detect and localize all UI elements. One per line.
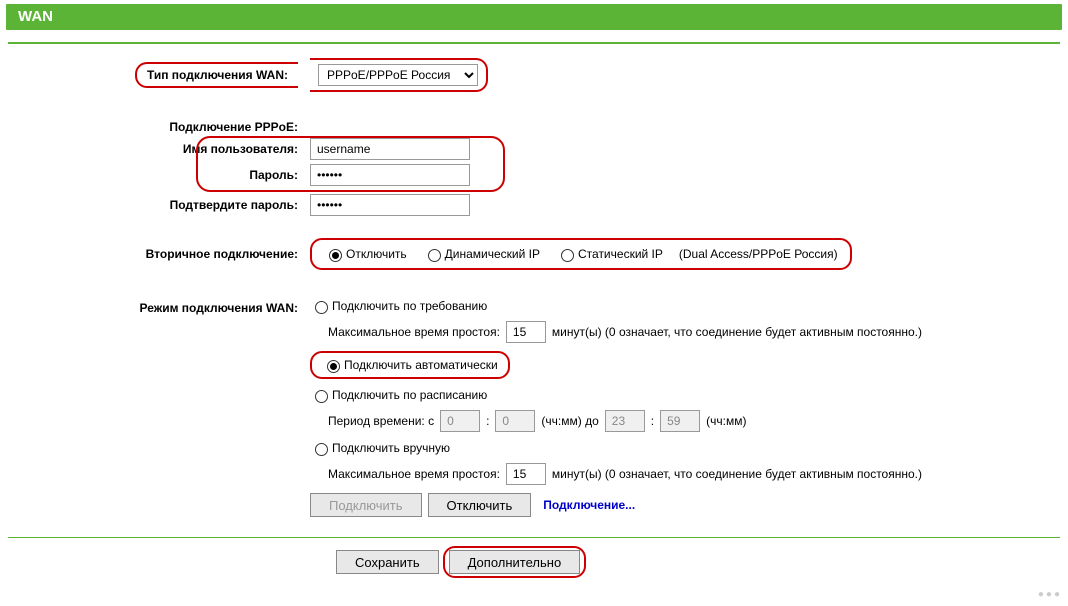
radio-on-demand[interactable]: Подключить по требованию (310, 298, 487, 314)
max-idle-label-2: Максимальное время простоя: (328, 467, 500, 481)
period-fmt2: (чч:мм) (706, 414, 746, 428)
confirm-password-input[interactable] (310, 194, 470, 216)
max-idle-suffix-1: минут(ы) (0 означает, что соединение буд… (552, 325, 922, 339)
confirm-password-label: Подтвердите пароль: (10, 198, 310, 212)
radio-manual-label: Подключить вручную (332, 441, 450, 455)
radio-secondary-disable-label: Отключить (346, 247, 407, 261)
wan-type-label: Тип подключения WAN: (147, 68, 288, 82)
radio-schedule-label: Подключить по расписанию (332, 388, 487, 402)
save-button[interactable]: Сохранить (336, 550, 439, 574)
password-input[interactable] (310, 164, 470, 186)
max-idle-input-2[interactable] (506, 463, 546, 485)
connect-button[interactable]: Подключить (310, 493, 422, 517)
radio-on-demand-label: Подключить по требованию (332, 299, 487, 313)
radio-manual[interactable]: Подключить вручную (310, 440, 450, 456)
radio-secondary-static[interactable]: Статический IP (556, 246, 663, 262)
conn-mode-label: Режим подключения WAN: (10, 298, 310, 315)
username-label: Имя пользователя: (10, 142, 310, 156)
period-h1 (440, 410, 480, 432)
radio-schedule[interactable]: Подключить по расписанию (310, 387, 487, 403)
radio-secondary-disable[interactable]: Отключить (324, 246, 407, 262)
page-title: WAN (6, 4, 1062, 30)
max-idle-suffix-2: минут(ы) (0 означает, что соединение буд… (552, 467, 922, 481)
password-label: Пароль: (10, 168, 310, 182)
radio-auto-label: Подключить автоматически (344, 358, 498, 372)
connection-status: Подключение... (543, 498, 635, 512)
max-idle-label-1: Максимальное время простоя: (328, 325, 500, 339)
colon: : (486, 414, 489, 428)
max-idle-input-1[interactable] (506, 321, 546, 343)
radio-secondary-dynamic[interactable]: Динамический IP (423, 246, 540, 262)
wan-type-select[interactable]: PPPoE/PPPoE Россия (318, 64, 478, 86)
colon-2: : (651, 414, 654, 428)
period-fmt1: (чч:мм) до (541, 414, 598, 428)
radio-secondary-static-label: Статический IP (578, 247, 663, 261)
pppoe-section-label: Подключение PPPoE: (10, 120, 310, 134)
period-h2 (605, 410, 645, 432)
radio-auto[interactable]: Подключить автоматически (322, 357, 498, 373)
disconnect-button[interactable]: Отключить (428, 493, 532, 517)
radio-secondary-dynamic-label: Динамический IP (445, 247, 540, 261)
period-prefix: Период времени: с (328, 414, 434, 428)
period-m2 (660, 410, 700, 432)
period-m1 (495, 410, 535, 432)
watermark-dots: ●●● (1038, 589, 1062, 600)
username-input[interactable] (310, 138, 470, 160)
advanced-button[interactable]: Дополнительно (449, 550, 581, 574)
secondary-note: (Dual Access/PPPoE Россия) (679, 247, 838, 261)
secondary-label: Вторичное подключение: (10, 247, 310, 261)
